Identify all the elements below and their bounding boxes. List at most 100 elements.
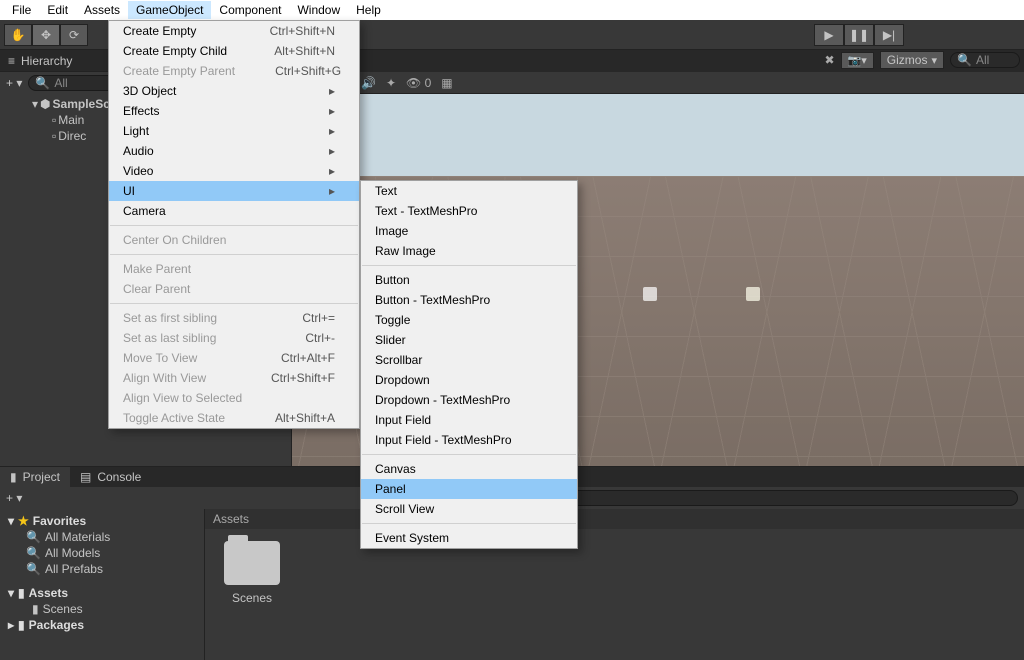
chevron-down-icon: ▾ [32,97,38,111]
asset-folder-scenes[interactable]: Scenes [217,541,287,605]
hierarchy-icon: ≡ [8,54,15,68]
chevron-right-icon: ▸ [329,84,335,98]
chevron-right-icon: ▸ [329,144,335,158]
play-button[interactable]: ▶ [814,24,844,46]
search-icon: 🔍 [26,546,41,560]
menu-item-video[interactable]: Video▸ [109,161,359,181]
asset-label: Scenes [217,591,287,605]
menu-item-make-parent: Make Parent [109,259,359,279]
hierarchy-search-placeholder: All [54,76,67,90]
step-button[interactable]: ▶| [874,24,904,46]
submenu-item-input-field[interactable]: Input Field [361,410,577,430]
hierarchy-item-label: Main [58,113,84,127]
search-icon: 🔍 [26,530,41,544]
pause-icon: ❚❚ [849,28,869,42]
fav-item[interactable]: 🔍All Materials [0,529,204,545]
create-dropdown[interactable]: + ▾ [6,491,22,505]
menubar: File Edit Assets GameObject Component Wi… [0,0,1024,20]
gameobject-icon: ▫ [52,113,56,127]
menu-file[interactable]: File [4,1,39,19]
chevron-right-icon: ▸ [329,104,335,118]
assets-header[interactable]: ▾▮ Assets [0,585,204,601]
camera-dropdown[interactable]: 📷▾ [841,52,874,69]
menu-edit[interactable]: Edit [39,1,76,19]
submenu-item-text-textmeshpro[interactable]: Text - TextMeshPro [361,201,577,221]
assets-breadcrumb[interactable]: Assets [205,509,1024,529]
menu-item-light[interactable]: Light▸ [109,121,359,141]
menu-item-ui[interactable]: UI▸ [109,181,359,201]
submenu-item-dropdown[interactable]: Dropdown [361,370,577,390]
menu-item-create-empty-parent: Create Empty ParentCtrl+Shift+G [109,61,359,81]
fav-item[interactable]: 🔍All Models [0,545,204,561]
console-tab[interactable]: ▤ Console [70,467,151,487]
star-icon: ★ [18,514,29,528]
submenu-item-toggle[interactable]: Toggle [361,310,577,330]
submenu-item-input-field-textmeshpro[interactable]: Input Field - TextMeshPro [361,430,577,450]
menu-help[interactable]: Help [348,1,389,19]
submenu-item-button[interactable]: Button [361,270,577,290]
menu-item-toggle-active-state: Toggle Active StateAlt+Shift+A [109,408,359,428]
hierarchy-item-label: Direc [58,129,86,143]
pause-button[interactable]: ❚❚ [844,24,874,46]
submenu-item-image[interactable]: Image [361,221,577,241]
hidden-count: 👁 0 [406,76,431,90]
camera-gizmo-icon[interactable] [643,287,657,301]
menu-assets[interactable]: Assets [76,1,128,19]
gizmos-dropdown[interactable]: Gizmos ▾ [880,51,944,69]
play-icon: ▶ [824,28,833,42]
menu-item-effects[interactable]: Effects▸ [109,101,359,121]
project-search[interactable]: 🔍 [513,490,1018,506]
menu-item-set-as-first-sibling: Set as first siblingCtrl+= [109,308,359,328]
hand-tool-button[interactable]: ✋ [4,24,32,46]
audio-icon[interactable]: 🔊 [361,76,376,90]
project-tab[interactable]: ▮ Project [0,467,70,487]
submenu-item-text[interactable]: Text [361,181,577,201]
menu-item-align-view-to-selected: Align View to Selected [109,388,359,408]
submenu-item-raw-image[interactable]: Raw Image [361,241,577,261]
menu-item-3d-object[interactable]: 3D Object▸ [109,81,359,101]
submenu-item-scroll-view[interactable]: Scroll View [361,499,577,519]
submenu-item-slider[interactable]: Slider [361,330,577,350]
grid-icon[interactable]: ▦ [441,76,452,90]
submenu-item-dropdown-textmeshpro[interactable]: Dropdown - TextMeshPro [361,390,577,410]
light-gizmo-icon[interactable] [746,287,760,301]
menu-item-camera[interactable]: Camera [109,201,359,221]
menu-item-set-as-last-sibling: Set as last siblingCtrl+- [109,328,359,348]
submenu-item-panel[interactable]: Panel [361,479,577,499]
menu-item-audio[interactable]: Audio▸ [109,141,359,161]
folder-icon: ▮ [18,586,25,600]
move-tool-button[interactable]: ✥ [32,24,60,46]
fav-item[interactable]: 🔍All Prefabs [0,561,204,577]
search-icon: 🔍 [35,76,50,90]
hand-icon: ✋ [11,28,26,42]
folder-icon: ▮ [32,602,39,616]
ui-submenu: TextText - TextMeshProImageRaw Image Butt… [360,180,578,549]
hierarchy-title: Hierarchy [21,54,72,68]
submenu-item-canvas[interactable]: Canvas [361,459,577,479]
fx-icon[interactable]: ✦ [386,76,396,90]
tools-icon[interactable]: ✖ [825,53,835,67]
menu-item-create-empty-child[interactable]: Create Empty ChildAlt+Shift+N [109,41,359,61]
packages-header[interactable]: ▸▮ Packages [0,617,204,633]
move-icon: ✥ [41,28,51,42]
rotate-tool-button[interactable]: ⟳ [60,24,88,46]
menu-gameobject[interactable]: GameObject [128,1,211,19]
folder-icon: ▮ [10,470,17,484]
menu-window[interactable]: Window [289,1,348,19]
submenu-item-button-textmeshpro[interactable]: Button - TextMeshPro [361,290,577,310]
project-tree: ▾★ Favorites 🔍All Materials 🔍All Models … [0,509,205,660]
submenu-item-scrollbar[interactable]: Scrollbar [361,350,577,370]
menu-item-move-to-view: Move To ViewCtrl+Alt+F [109,348,359,368]
menu-item-clear-parent: Clear Parent [109,279,359,299]
menu-item-create-empty[interactable]: Create EmptyCtrl+Shift+N [109,21,359,41]
create-dropdown[interactable]: + ▾ [6,76,22,90]
favorites-header[interactable]: ▾★ Favorites [0,513,204,529]
folder-icon: ▮ [18,618,25,632]
submenu-item-event-system[interactable]: Event System [361,528,577,548]
search-icon: 🔍 [26,562,41,576]
rotate-icon: ⟳ [69,28,79,42]
step-icon: ▶| [883,28,895,42]
assets-child[interactable]: ▮Scenes [0,601,204,617]
scene-search[interactable]: 🔍 All [950,52,1020,68]
menu-component[interactable]: Component [211,1,289,19]
